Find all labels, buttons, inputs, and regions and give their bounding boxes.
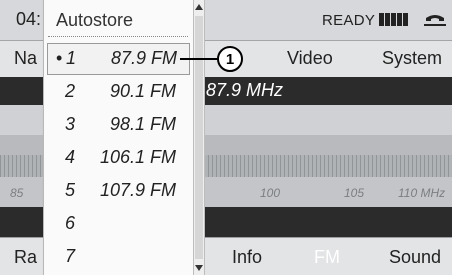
- preset-item[interactable]: 3 98.1 FM: [47, 110, 188, 140]
- scale-label: 85: [10, 186, 24, 200]
- title-divider: [48, 36, 188, 37]
- status-time: 04:: [16, 9, 42, 29]
- menu-item-navi[interactable]: Na: [14, 48, 37, 69]
- scale-label: 105: [344, 186, 365, 200]
- frequency-readout: 87.9 MHz: [206, 80, 284, 100]
- preset-item[interactable]: 5 107.9 FM: [47, 176, 188, 206]
- bottom-item-radio[interactable]: Ra: [14, 247, 37, 268]
- scroll-up-arrow-icon[interactable]: [195, 4, 203, 10]
- bottom-item-info[interactable]: Info: [232, 247, 262, 268]
- preset-number: 7: [64, 246, 75, 266]
- bottom-item-fm[interactable]: FM: [314, 247, 340, 268]
- preset-number: 4: [64, 147, 75, 167]
- preset-number: 2: [64, 81, 75, 101]
- preset-item[interactable]: 4 106.1 FM: [47, 143, 188, 173]
- preset-item[interactable]: 2 90.1 FM: [47, 77, 188, 107]
- radio-screen: 04: READY Na Video System 87.9 MHz 85 10…: [0, 0, 452, 275]
- autostore-scrollbar[interactable]: [193, 0, 205, 275]
- callout-number: 1: [217, 46, 243, 72]
- preset-number: 1: [65, 48, 76, 68]
- preset-item[interactable]: 6: [47, 209, 188, 239]
- preset-number: 3: [64, 114, 75, 134]
- menu-item-video[interactable]: Video: [287, 48, 333, 69]
- preset-frequency: 87.9 FM: [110, 48, 177, 68]
- bottom-item-sound[interactable]: Sound: [389, 247, 441, 268]
- preset-frequency: 107.9 FM: [99, 180, 176, 200]
- scale-label: 110 MHz: [398, 186, 446, 200]
- selected-bullet: •: [56, 48, 63, 68]
- scrollbar-thumb[interactable]: [195, 16, 203, 259]
- callout-line: [180, 58, 218, 60]
- scroll-down-arrow-icon[interactable]: [195, 265, 203, 271]
- preset-item[interactable]: 7: [47, 242, 188, 272]
- menu-item-system[interactable]: System: [382, 48, 442, 69]
- preset-number: 5: [64, 180, 75, 200]
- preset-number: 6: [64, 213, 75, 233]
- preset-frequency: 90.1 FM: [109, 81, 176, 101]
- preset-item-selected[interactable]: • 1 87.9 FM: [47, 43, 190, 75]
- phone-handset-icon: [424, 15, 446, 26]
- autostore-list: Autostore • 1 87.9 FM 2 90.1 FM 3 98.1 F…: [43, 0, 194, 275]
- preset-frequency: 106.1 FM: [99, 147, 176, 167]
- status-ready-text: READY: [322, 12, 376, 29]
- autostore-title: Autostore: [56, 10, 134, 30]
- preset-frequency: 98.1 FM: [109, 114, 176, 134]
- signal-strength-icon: [379, 13, 408, 26]
- scale-label: 100: [260, 186, 281, 200]
